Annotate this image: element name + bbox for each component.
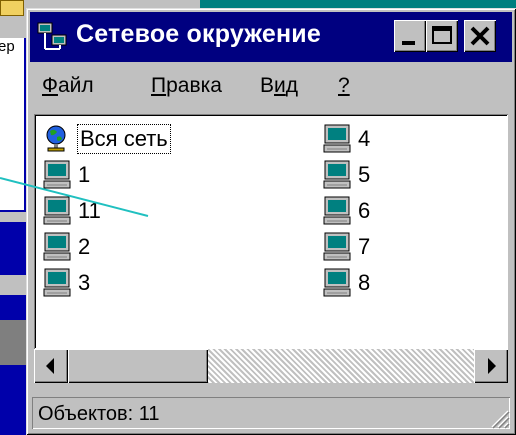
arrow-left-icon bbox=[46, 358, 54, 374]
window-title: Сетевое окружение bbox=[76, 20, 321, 48]
background-strip bbox=[0, 212, 26, 222]
computer-icon bbox=[43, 268, 71, 297]
minimize-button[interactable] bbox=[394, 20, 426, 52]
background-strip bbox=[0, 275, 26, 295]
list-item-label: 4 bbox=[358, 126, 371, 151]
menu-help-label: ? bbox=[338, 74, 350, 97]
computer-icon bbox=[323, 196, 351, 225]
computer-icon bbox=[323, 160, 351, 189]
list-item-label: 3 bbox=[78, 270, 91, 295]
list-item-label: 5 bbox=[358, 162, 371, 187]
computer-icon bbox=[43, 196, 71, 225]
menu-view-accel: и bbox=[274, 74, 286, 97]
background-strip bbox=[0, 320, 26, 365]
horizontal-scrollbar[interactable] bbox=[34, 349, 508, 383]
computer-icon bbox=[43, 232, 71, 261]
menu-edit-label: равка bbox=[166, 74, 222, 97]
status-text: Объектов: 11 bbox=[38, 403, 160, 425]
background-text-fragment: ер bbox=[0, 38, 15, 55]
menu-edit-accel: П bbox=[151, 74, 167, 97]
list-item-label: 8 bbox=[358, 270, 371, 295]
menu-help[interactable]: ? bbox=[338, 74, 350, 98]
background-window-edge bbox=[200, 0, 516, 8]
status-bar: Объектов: 11 bbox=[30, 395, 512, 431]
minimize-icon bbox=[402, 41, 415, 45]
close-button[interactable] bbox=[464, 20, 496, 52]
resize-grip-icon[interactable] bbox=[486, 405, 510, 429]
title-bar[interactable]: Сетевое окружение bbox=[30, 12, 512, 62]
network-neighborhood-icon bbox=[37, 22, 67, 50]
maximize-button[interactable] bbox=[426, 20, 458, 52]
folder-icon bbox=[0, 0, 24, 16]
menu-bar: Файл Правка Вид ? bbox=[34, 66, 508, 106]
computer-icon bbox=[43, 160, 71, 189]
list-item-label: 1 bbox=[78, 162, 91, 187]
list-item-label: 11 bbox=[78, 198, 101, 223]
computer-icon bbox=[323, 232, 351, 261]
file-list[interactable]: Вся сеть 1 11 2 3 4 5 6 7 8 bbox=[34, 114, 508, 349]
list-item-label: 7 bbox=[358, 234, 371, 259]
menu-view[interactable]: Вид bbox=[260, 74, 298, 98]
scroll-right-button[interactable] bbox=[474, 349, 508, 383]
menu-file-label: айл bbox=[57, 74, 94, 97]
list-item-label: Вся сеть bbox=[77, 124, 171, 154]
close-icon bbox=[470, 26, 490, 46]
menu-view-label-start: В bbox=[260, 74, 275, 97]
network-neighborhood-window: Сетевое окружение Файл Правка Вид ? Вся … bbox=[26, 8, 516, 435]
scroll-left-button[interactable] bbox=[34, 349, 68, 383]
menu-file[interactable]: Файл bbox=[42, 74, 94, 98]
list-item-label: 6 bbox=[358, 198, 371, 223]
globe-icon bbox=[46, 125, 66, 152]
maximize-icon bbox=[432, 26, 452, 44]
list-item-label: 2 bbox=[78, 234, 91, 259]
computer-icon bbox=[323, 268, 351, 297]
arrow-right-icon bbox=[488, 358, 496, 374]
background-panel: ер bbox=[0, 38, 24, 210]
menu-view-label-end: д bbox=[285, 74, 299, 97]
status-cell: Объектов: 11 bbox=[32, 397, 510, 429]
menu-file-accel: Ф bbox=[42, 74, 58, 97]
computer-icon bbox=[323, 124, 351, 153]
menu-edit[interactable]: Правка bbox=[151, 74, 222, 98]
scrollbar-thumb[interactable] bbox=[68, 349, 208, 383]
